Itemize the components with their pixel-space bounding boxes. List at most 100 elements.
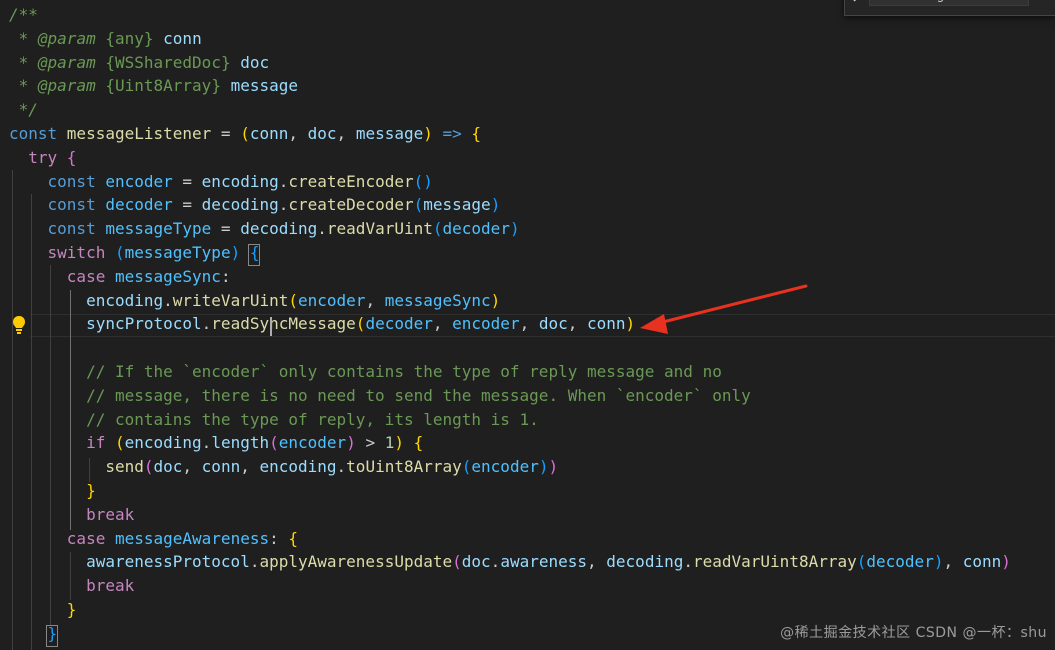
code-line-text: // message, there is no need to send the… xyxy=(9,384,751,408)
code-token: { xyxy=(105,28,115,48)
code-token: ( xyxy=(240,124,250,143)
code-token: ( xyxy=(413,195,424,215)
code-line-text: encoding.writeVarUint(encoder, messageSy… xyxy=(9,289,500,313)
code-token: : xyxy=(220,266,231,286)
code-line: case messageSync: xyxy=(0,265,1055,289)
code-line-text: const decoder = decoding.createDecoder(m… xyxy=(9,193,501,217)
code-line: awarenessProtocol.applyAwarenessUpdate(d… xyxy=(0,550,1055,574)
code-token: messageListener xyxy=(66,124,212,143)
code-line: * @param {Uint8Array} message xyxy=(0,74,1055,98)
code-token: * xyxy=(9,76,38,96)
code-token: . xyxy=(278,171,289,191)
code-line: switch (messageType) { xyxy=(0,241,1055,265)
code-token: encoding xyxy=(201,171,279,191)
code-line: } xyxy=(0,479,1055,503)
code-token: . xyxy=(683,552,693,572)
code-line-text: } xyxy=(9,479,96,503)
code-token: decoder xyxy=(365,314,433,334)
code-token: encoder xyxy=(471,457,539,477)
code-token: encoder xyxy=(278,433,347,453)
code-token: ( xyxy=(288,290,298,310)
code-line: // If the `encoder` only contains the ty… xyxy=(0,360,1055,384)
code-token: 1 xyxy=(384,433,395,453)
code-token: conn xyxy=(153,28,202,48)
find-input[interactable] xyxy=(869,0,1029,6)
code-token: if xyxy=(9,433,115,453)
code-token: { xyxy=(471,124,482,143)
code-line-text: * @param {Uint8Array} message xyxy=(9,74,298,98)
code-line-text: } xyxy=(9,598,77,622)
code-line: * @param {any} conn xyxy=(0,27,1055,51)
code-token: { xyxy=(105,52,115,72)
code-token: conn xyxy=(962,552,1002,572)
code-token: ( xyxy=(355,314,366,334)
code-token: */ xyxy=(9,100,38,120)
code-token: messageType xyxy=(105,219,212,239)
code-line-text: /** xyxy=(9,3,38,27)
code-token: , xyxy=(365,290,385,310)
code-token: , xyxy=(240,457,260,477)
code-token: case xyxy=(9,528,115,548)
code-token: ( xyxy=(114,243,125,262)
code-token: decoding xyxy=(201,195,279,215)
code-token: ) xyxy=(1001,552,1011,572)
code-token: messageSync xyxy=(114,266,221,286)
chevron-right-icon[interactable] xyxy=(851,0,861,2)
code-token: doc xyxy=(307,124,337,143)
code-token: try xyxy=(9,147,67,167)
code-token: // message, there is no need to send the… xyxy=(9,385,751,405)
code-token: doc xyxy=(153,457,183,477)
code-token: } xyxy=(220,52,231,72)
code-token: Uint8Array xyxy=(114,76,212,96)
code-token: conn xyxy=(249,124,289,143)
bracket-match-close xyxy=(46,625,58,647)
code-token: . xyxy=(490,552,501,572)
find-widget xyxy=(844,0,1055,16)
code-line-text: const messageType = decoding.readVarUint… xyxy=(9,217,520,241)
code-token: * xyxy=(9,52,38,72)
code-token: ) xyxy=(490,195,501,215)
code-token: decoding xyxy=(240,219,318,239)
code-token: } xyxy=(9,600,77,619)
code-token: const xyxy=(9,171,106,191)
code-token: > xyxy=(355,433,385,453)
code-token: const xyxy=(9,124,67,143)
code-token: . xyxy=(278,195,289,215)
code-line-text: const messageListener = (conn, doc, mess… xyxy=(9,122,481,146)
code-token: . xyxy=(317,219,327,239)
code-token: , xyxy=(432,314,453,334)
code-line: // contains the type of reply, its lengt… xyxy=(0,408,1055,432)
code-token: readVarUint8Array xyxy=(692,552,857,572)
code-token: => xyxy=(432,124,472,143)
code-line-text: */ xyxy=(9,98,38,122)
code-token: = xyxy=(172,171,202,191)
code-token: . xyxy=(201,433,212,453)
code-token: // If the `encoder` only contains the ty… xyxy=(9,362,722,381)
code-token: toUint8Array xyxy=(346,457,462,477)
code-line: break xyxy=(0,574,1055,598)
code-token: ) xyxy=(625,314,636,334)
code-line: * @param {WSSharedDoc} doc xyxy=(0,51,1055,75)
code-line-text: case messageSync: xyxy=(9,265,231,289)
code-token: , xyxy=(943,552,963,572)
code-token: break xyxy=(9,504,135,524)
code-token: ( xyxy=(269,433,279,453)
code-token: messageSync xyxy=(384,290,491,310)
code-line: */ xyxy=(0,98,1055,122)
code-token: ( xyxy=(432,219,443,239)
code-token: awareness xyxy=(500,552,588,572)
code-line: break xyxy=(0,503,1055,527)
code-token: { xyxy=(413,433,424,453)
code-editor[interactable]: /** * @param {any} conn * @param {WSShar… xyxy=(0,0,1055,650)
code-token: , xyxy=(288,124,308,143)
code-line: send(doc, conn, encoding.toUint8Array(en… xyxy=(0,455,1055,479)
code-token: @param xyxy=(37,28,96,48)
code-token: * xyxy=(9,28,38,48)
code-token: = xyxy=(172,195,202,215)
code-token: conn xyxy=(201,457,241,477)
lightbulb-icon[interactable] xyxy=(10,314,28,336)
code-line-text: send(doc, conn, encoding.toUint8Array(en… xyxy=(9,455,558,479)
